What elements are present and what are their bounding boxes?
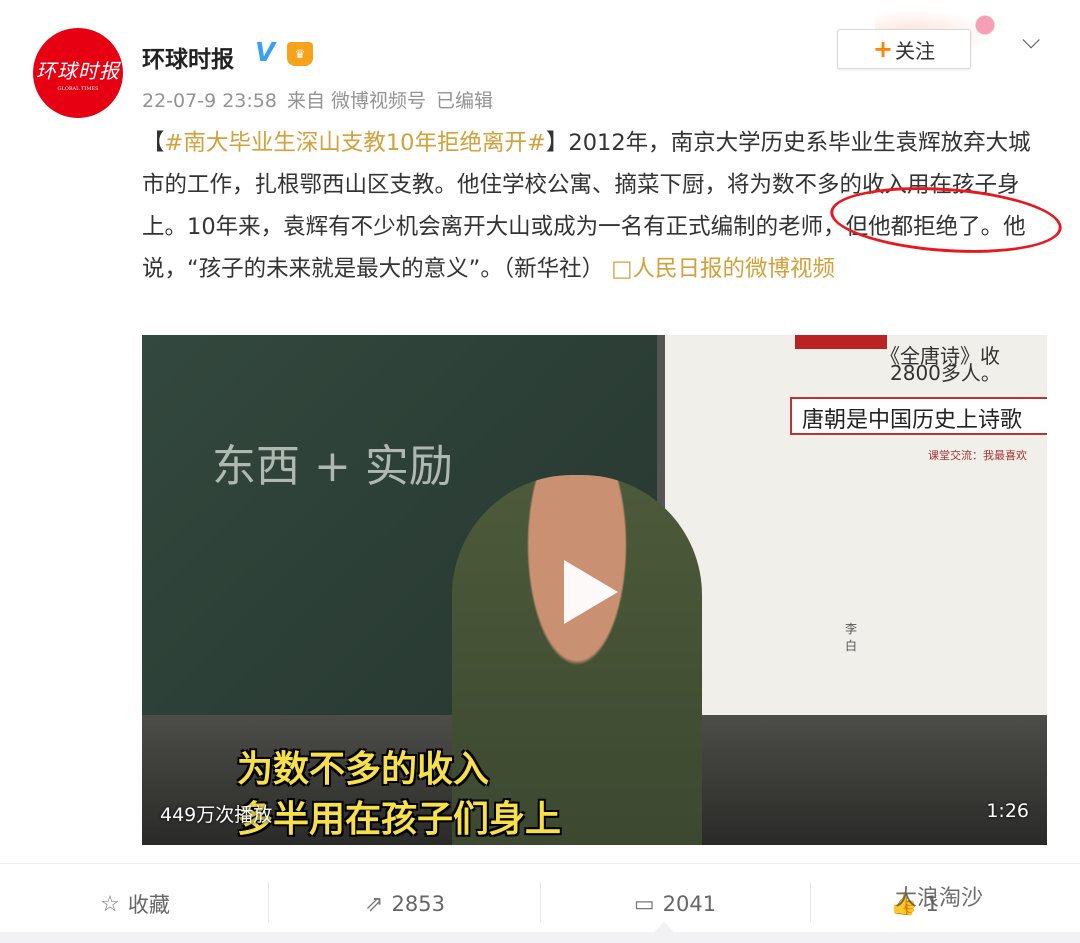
follow-button[interactable]: + 关注 [837, 29, 971, 69]
repost-button[interactable]: ⇗ 2853 [270, 884, 540, 924]
crown-badge-icon: ♛ [287, 42, 313, 66]
share-icon: ⇗ [365, 891, 384, 917]
comment-caret [653, 922, 675, 933]
post-meta: 22-07-9 23:58 来自 微博视频号 已编辑 [142, 86, 503, 113]
subtitle-line-1: 为数不多的收入 [237, 749, 490, 790]
video-duration: 1:26 [986, 800, 1029, 822]
projector-slide: 《全唐诗》收 2800多人。 唐朝是中国历史上诗歌 课堂交流：我最喜欢 李白 [657, 335, 1047, 715]
star-icon: ☆ [100, 891, 120, 917]
hashtag-link[interactable]: #南大毕业生深山支教10年拒绝离开# [165, 130, 546, 156]
video-source-link[interactable]: 人民日报的微博视频 [633, 256, 836, 282]
comment-button[interactable]: ▭ 2041 [540, 884, 810, 924]
author-name[interactable]: 环球时报 [142, 40, 234, 74]
video-link-icon[interactable]: □ [611, 256, 632, 282]
source: 来自 微博视频号 [286, 90, 426, 112]
view-count: 449万次播放 [160, 804, 273, 826]
favorite-button[interactable]: ☆ 收藏 [0, 884, 270, 924]
play-icon[interactable] [564, 560, 618, 624]
video-player[interactable]: 东西 + 实励 《全唐诗》收 2800多人。 唐朝是中国历史上诗歌 课堂交流：我… [142, 335, 1047, 845]
comment-icon: ▭ [633, 891, 655, 917]
edited-label: 已编辑 [436, 90, 494, 112]
avatar[interactable]: 环球时报 GLOBAL TIMES [33, 28, 123, 118]
timestamp[interactable]: 22-07-9 23:58 [142, 90, 277, 112]
watermark: 大浪淘沙 [895, 886, 984, 911]
verified-icon: V [255, 38, 276, 68]
plus-icon: + [872, 35, 894, 63]
chevron-down-icon[interactable]: ⌵ [1022, 26, 1040, 54]
subtitle-line-2: 多半用在孩子们身上 [237, 799, 562, 840]
